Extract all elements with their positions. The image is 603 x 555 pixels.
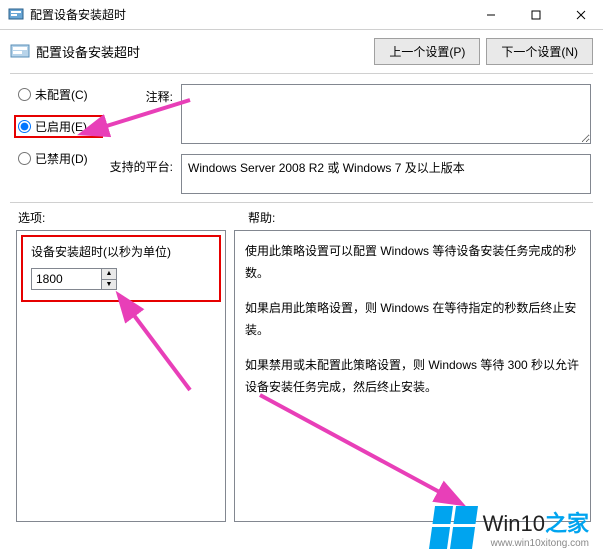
radio-not-configured-input[interactable] (18, 88, 31, 101)
prev-setting-button[interactable]: 上一个设置(P) (374, 38, 480, 65)
help-label: 帮助: (248, 209, 275, 226)
maximize-button[interactable] (513, 0, 558, 30)
timeout-spinner: ▲ ▼ (31, 268, 211, 290)
state-radios: 未配置(C) 已启用(E) 已禁用(D) (18, 84, 103, 194)
next-setting-button[interactable]: 下一个设置(N) (486, 38, 593, 65)
titlebar: 配置设备安装超时 (0, 0, 603, 30)
options-panel: 设备安装超时(以秒为单位) ▲ ▼ (16, 230, 226, 522)
timeout-label: 设备安装超时(以秒为单位) (31, 243, 211, 260)
app-icon (8, 7, 24, 23)
comment-label: 注释: (103, 84, 173, 144)
help-panel: 使用此策略设置可以配置 Windows 等待设备安装任务完成的秒数。 如果启用此… (234, 230, 591, 522)
platform-text: Windows Server 2008 R2 或 Windows 7 及以上版本 (181, 154, 591, 194)
help-p2: 如果启用此策略设置，则 Windows 在等待指定的秒数后终止安装。 (245, 298, 580, 341)
config-area: 未配置(C) 已启用(E) 已禁用(D) 注释: 支持的平台: Windows … (0, 74, 603, 202)
windows-logo-icon (429, 506, 478, 549)
radio-not-configured-label: 未配置(C) (35, 86, 88, 103)
panels: 设备安装超时(以秒为单位) ▲ ▼ 使用此策略设置可以配置 Windows 等待… (0, 230, 603, 530)
watermark-brand: Win10之家 (483, 506, 589, 538)
radio-enabled[interactable]: 已启用(E) (18, 118, 97, 135)
comment-row: 注释: (103, 84, 591, 144)
timeout-highlight: 设备安装超时(以秒为单位) ▲ ▼ (21, 235, 221, 302)
platform-label: 支持的平台: (103, 154, 173, 194)
minimize-button[interactable] (468, 0, 513, 30)
platform-row: 支持的平台: Windows Server 2008 R2 或 Windows … (103, 154, 591, 194)
policy-icon (10, 42, 30, 62)
comment-input[interactable] (181, 84, 591, 144)
watermark-text: Win10之家 www.win10xitong.com (483, 506, 589, 549)
window-buttons (468, 0, 603, 29)
spin-down-button[interactable]: ▼ (102, 280, 116, 290)
options-label: 选项: (18, 209, 248, 226)
radio-disabled-label: 已禁用(D) (35, 150, 88, 167)
close-button[interactable] (558, 0, 603, 30)
radio-disabled[interactable]: 已禁用(D) (18, 150, 103, 167)
window-title: 配置设备安装超时 (30, 6, 468, 23)
nav-buttons: 上一个设置(P) 下一个设置(N) (374, 38, 593, 65)
header: 配置设备安装超时 上一个设置(P) 下一个设置(N) (0, 30, 603, 73)
watermark-url: www.win10xitong.com (483, 538, 589, 549)
radio-disabled-input[interactable] (18, 152, 31, 165)
radio-enabled-label: 已启用(E) (35, 118, 87, 135)
radio-enabled-input[interactable] (18, 120, 31, 133)
watermark: Win10之家 www.win10xitong.com (432, 506, 589, 549)
page-title: 配置设备安装超时 (36, 42, 368, 61)
panel-labels: 选项: 帮助: (0, 203, 603, 230)
spinner-buttons: ▲ ▼ (101, 268, 117, 290)
help-p1: 使用此策略设置可以配置 Windows 等待设备安装任务完成的秒数。 (245, 241, 580, 284)
radio-not-configured[interactable]: 未配置(C) (18, 86, 103, 103)
help-p3: 如果禁用或未配置此策略设置，则 Windows 等待 300 秒以允许设备安装任… (245, 355, 580, 398)
enabled-highlight: 已启用(E) (14, 115, 103, 138)
help-text: 使用此策略设置可以配置 Windows 等待设备安装任务完成的秒数。 如果启用此… (245, 241, 580, 399)
spin-up-button[interactable]: ▲ (102, 269, 116, 280)
timeout-input[interactable] (31, 268, 101, 290)
fields: 注释: 支持的平台: Windows Server 2008 R2 或 Wind… (103, 84, 591, 194)
